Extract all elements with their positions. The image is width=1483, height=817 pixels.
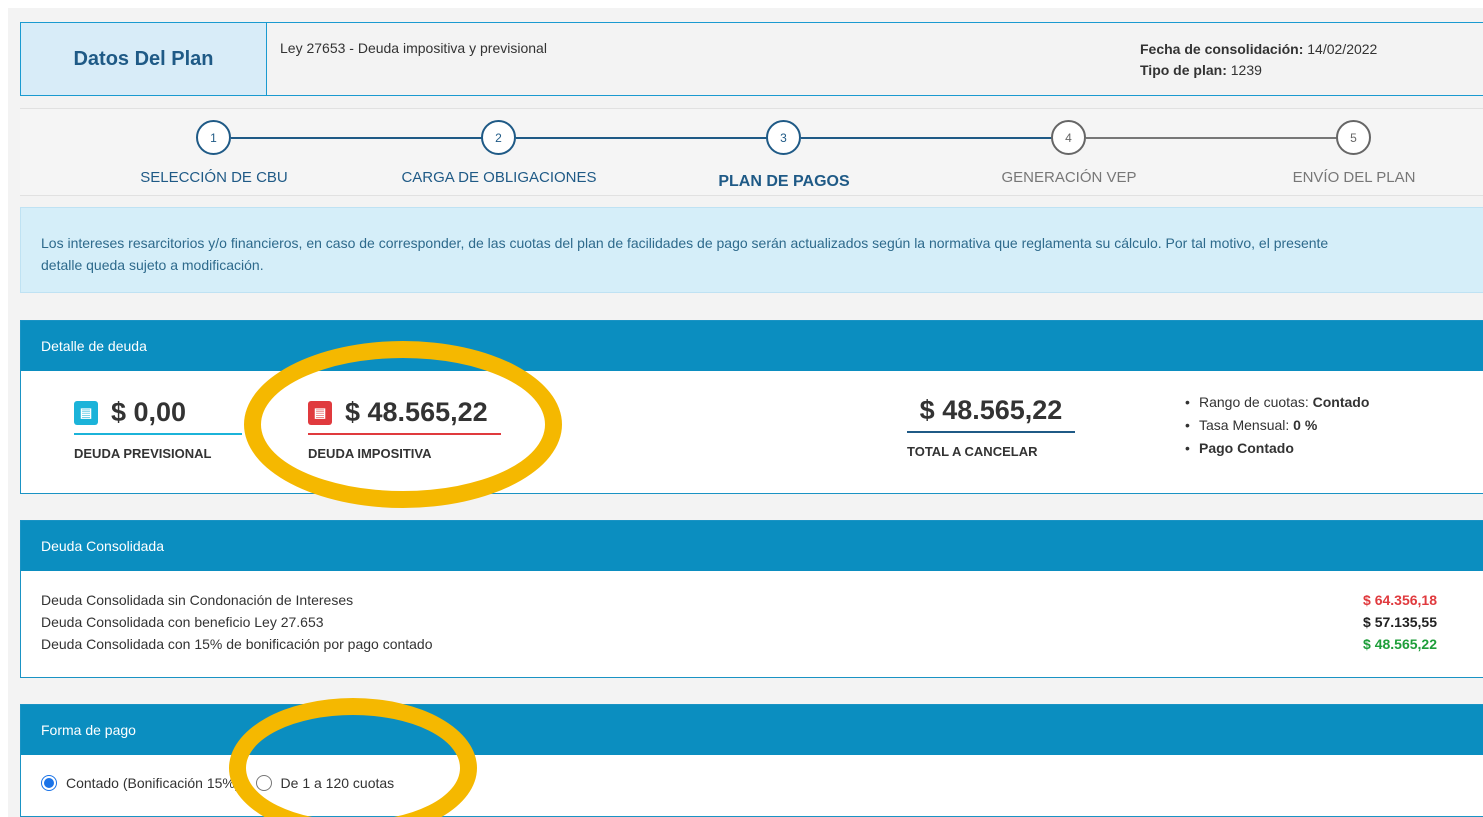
deuda-previsional-underline bbox=[74, 433, 242, 435]
cuotas-label[interactable]: De 1 a 120 cuotas bbox=[281, 775, 395, 791]
contado-radio[interactable] bbox=[41, 775, 57, 791]
total-label: TOTAL A CANCELAR bbox=[907, 444, 1038, 459]
consolidada-row-label: Deuda Consolidada con beneficio Ley 27.6… bbox=[41, 614, 324, 630]
consolidada-row-value: $ 57.135,55 bbox=[1363, 614, 1437, 630]
info-line-2: detalle queda sujeto a modificación. bbox=[41, 257, 264, 273]
step-3-label[interactable]: PLAN DE PAGOS bbox=[718, 173, 849, 191]
step-4-label[interactable]: GENERACIÓN VEP bbox=[1001, 169, 1136, 186]
step-1-label[interactable]: SELECCIÓN DE CBU bbox=[140, 169, 288, 186]
page: Datos Del Plan Ley 27653 - Deuda imposit… bbox=[0, 0, 1483, 817]
plan-meta: Fecha de consolidación: 14/02/2022 Tipo … bbox=[1140, 39, 1377, 81]
step-1-circle[interactable]: 1 bbox=[196, 120, 231, 155]
forma-pago-header: Forma de pago bbox=[21, 705, 1483, 755]
stepper: 1 2 3 4 5 SELECCIÓN DE CBU CARGA DE OBLI… bbox=[20, 108, 1483, 196]
forma-pago-panel: Forma de pago Contado (Bonificación 15%)… bbox=[20, 704, 1483, 817]
step-2-label[interactable]: CARGA DE OBLIGACIONES bbox=[401, 169, 596, 186]
consolidada-row-value: $ 64.356,18 bbox=[1363, 592, 1437, 608]
consolidada-row-value: $ 48.565,22 bbox=[1363, 636, 1437, 652]
pago-contado: Pago Contado bbox=[1183, 437, 1369, 460]
deuda-impositiva-amount: $ 48.565,22 bbox=[345, 397, 488, 427]
plan-summary-list: Rango de cuotas: Contado Tasa Mensual: 0… bbox=[1183, 391, 1369, 460]
forma-pago-options: Contado (Bonificación 15%) De 1 a 120 cu… bbox=[41, 775, 394, 791]
step-connector-2 bbox=[516, 137, 768, 139]
document-icon: ▤ bbox=[308, 400, 332, 425]
step-connector-4 bbox=[1086, 137, 1338, 139]
plan-title-box: Datos Del Plan bbox=[21, 23, 267, 95]
rango-cuotas: Rango de cuotas: Contado bbox=[1183, 391, 1369, 414]
deuda-impositiva-underline bbox=[308, 433, 501, 435]
tipo-plan: Tipo de plan: 1239 bbox=[1140, 62, 1262, 78]
document-icon: ▤ bbox=[74, 400, 98, 425]
step-4-circle[interactable]: 4 bbox=[1051, 120, 1086, 155]
contado-label[interactable]: Contado (Bonificación 15%) bbox=[66, 775, 240, 791]
step-3-circle[interactable]: 3 bbox=[766, 120, 801, 155]
detalle-deuda-panel: Detalle de deuda ▤ $ 0,00 DEUDA PREVISIO… bbox=[20, 320, 1483, 494]
step-5-label[interactable]: ENVÍO DEL PLAN bbox=[1293, 169, 1416, 186]
total-underline bbox=[907, 431, 1075, 433]
detalle-deuda-body: ▤ $ 0,00 DEUDA PREVISIONAL ▤ $ 48.565,22… bbox=[21, 371, 1483, 493]
info-line-1: Los intereses resarcitorios y/o financie… bbox=[41, 235, 1329, 251]
deuda-impositiva-label: DEUDA IMPOSITIVA bbox=[308, 446, 432, 461]
plan-title: Datos Del Plan bbox=[73, 47, 214, 70]
consolidada-row-label: Deuda Consolidada con 15% de bonificació… bbox=[41, 636, 433, 652]
step-2-circle[interactable]: 2 bbox=[481, 120, 516, 155]
cuotas-radio[interactable] bbox=[255, 775, 272, 791]
fecha-consolidacion: Fecha de consolidación: 14/02/2022 bbox=[1140, 41, 1378, 57]
info-alert: Los intereses resarcitorios y/o financie… bbox=[20, 207, 1483, 293]
total-a-cancelar: $ 48.565,22 TOTAL A CANCELAR bbox=[907, 395, 1075, 459]
plan-ley: Ley 27653 - Deuda impositiva y prevision… bbox=[280, 40, 547, 56]
detalle-deuda-header: Detalle de deuda bbox=[21, 321, 1483, 371]
tasa-mensual: Tasa Mensual: 0 % bbox=[1183, 414, 1369, 437]
consolidada-row-label: Deuda Consolidada sin Condonación de Int… bbox=[41, 592, 354, 608]
total-amount: $ 48.565,22 bbox=[919, 395, 1063, 425]
deuda-previsional-label: DEUDA PREVISIONAL bbox=[74, 446, 212, 461]
deuda-consolidada-panel: Deuda Consolidada Deuda Consolidada sin … bbox=[20, 520, 1483, 678]
deuda-impositiva: ▤ $ 48.565,22 DEUDA IMPOSITIVA bbox=[308, 397, 501, 461]
deuda-consolidada-header: Deuda Consolidada bbox=[21, 521, 1483, 571]
step-5-circle[interactable]: 5 bbox=[1336, 120, 1371, 155]
step-connector-1 bbox=[231, 137, 483, 139]
deuda-consolidada-body: Deuda Consolidada sin Condonación de Int… bbox=[21, 571, 1483, 677]
plan-header: Datos Del Plan Ley 27653 - Deuda imposit… bbox=[20, 22, 1483, 96]
deuda-previsional-amount: $ 0,00 bbox=[111, 397, 187, 427]
step-connector-3 bbox=[801, 137, 1053, 139]
deuda-previsional: ▤ $ 0,00 DEUDA PREVISIONAL bbox=[74, 397, 242, 461]
